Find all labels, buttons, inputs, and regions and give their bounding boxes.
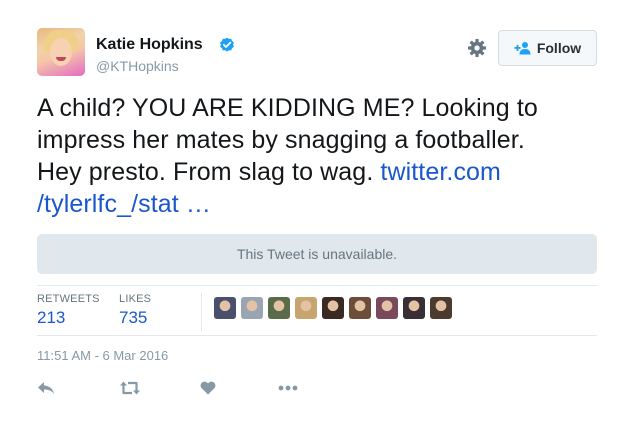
unavailable-text: This Tweet is unavailable. (236, 246, 398, 262)
liker-avatar[interactable] (403, 297, 425, 319)
like-button[interactable] (200, 378, 216, 398)
avatar-face (50, 38, 72, 66)
liker-avatar[interactable] (322, 297, 344, 319)
heart-icon (200, 381, 216, 395)
liker-avatar[interactable] (430, 297, 452, 319)
liker-avatar[interactable] (214, 297, 236, 319)
tweet-text-line: impress her mates by snagging a football… (37, 126, 525, 154)
avatar[interactable] (37, 28, 85, 76)
divider (201, 293, 202, 331)
liker-avatars (214, 297, 452, 319)
tweet-text-segment: Hey presto. From slag to wag. (37, 158, 374, 186)
tweet-link[interactable]: twitter.com (380, 158, 501, 186)
likes-label: LIKES (119, 293, 152, 305)
likes-value: 735 (119, 308, 148, 327)
tweet-text-line: A child? YOU ARE KIDDING ME? Looking to (37, 94, 538, 122)
retweet-button[interactable] (119, 378, 141, 398)
follow-button-label: Follow (536, 40, 582, 56)
like-count[interactable]: LIKES 735 (119, 293, 151, 328)
follow-button[interactable]: Follow (498, 30, 597, 66)
liker-avatar[interactable] (376, 297, 398, 319)
reply-button[interactable] (37, 378, 55, 398)
quoted-tweet-unavailable: This Tweet is unavailable. (37, 234, 597, 274)
user-name[interactable]: Katie Hopkins (96, 36, 203, 54)
reply-icon (38, 382, 54, 394)
retweet-count[interactable]: RETWEETS 213 (37, 293, 100, 328)
tweet-text: A child? YOU ARE KIDDING ME? Looking to … (37, 92, 607, 220)
tweet-timestamp[interactable]: 11:51 AM - 6 Mar 2016 (37, 348, 168, 363)
liker-avatar[interactable] (349, 297, 371, 319)
tweet-text-line: /tylerlfc_/stat … (37, 188, 607, 220)
gear-icon[interactable] (467, 38, 487, 58)
retweet-icon (120, 381, 140, 395)
divider (37, 285, 597, 286)
tweet-link-continued[interactable]: /tylerlfc_/stat … (37, 190, 211, 218)
verified-badge-icon (220, 37, 234, 52)
liker-avatar[interactable] (268, 297, 290, 319)
retweets-label: RETWEETS (37, 293, 100, 305)
more-button[interactable] (278, 378, 298, 398)
add-user-icon (514, 42, 531, 55)
liker-avatar[interactable] (295, 297, 317, 319)
more-icon (278, 385, 298, 391)
tweet-text-line: Hey presto. From slag to wag. twitter.co… (37, 156, 607, 188)
divider (37, 335, 597, 336)
liker-avatar[interactable] (241, 297, 263, 319)
user-handle[interactable]: @KTHopkins (96, 58, 179, 74)
retweets-value: 213 (37, 308, 66, 327)
